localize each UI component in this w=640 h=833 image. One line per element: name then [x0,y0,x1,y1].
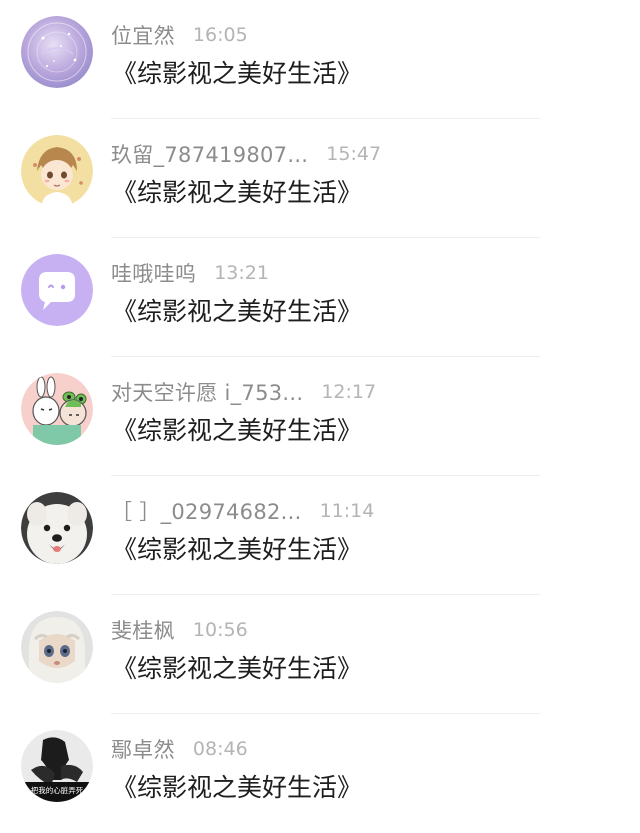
conversation-item[interactable]: 哇哦哇呜 13:21 《综影视之美好生活》 [0,238,640,357]
message-preview: 《综影视之美好生活》 [112,654,363,683]
sender-name: ［ ］_02974682... [111,500,302,524]
sender-name: 玖留_787419807... [111,143,309,167]
conversation-meta: 玖留_787419807... 15:47 [111,139,381,169]
message-preview: 《综影视之美好生活》 [112,297,363,326]
conversation-item[interactable]: 把我的心脏弄死 鄢卓然 08:46 《综影视之美好生活》 [0,714,640,833]
bunny-frog-couple-avatar-icon[interactable] [21,373,93,445]
conversation-item[interactable]: ［ ］_02974682... 11:14 《综影视之美好生活》 [0,476,640,595]
sender-name: 位宜然 [111,24,175,48]
galaxy-pattern-avatar-icon[interactable] [21,16,93,88]
message-preview: 《综影视之美好生活》 [112,773,363,802]
conversation-meta: 鄢卓然 08:46 [111,734,248,764]
conversation-meta: 对天空许愿 i_753... 12:17 [111,377,376,407]
dark-figure-avatar-icon[interactable]: 把我的心脏弄死 [21,730,93,802]
conversation-item[interactable]: 玖留_787419807... 15:47 《综影视之美好生活》 [0,119,640,238]
doll-face-avatar-icon[interactable] [21,611,93,683]
message-preview: 《综影视之美好生活》 [112,59,363,88]
message-time: 10:56 [192,619,248,641]
white-dog-avatar-icon[interactable] [21,492,93,564]
conversation-item[interactable]: 对天空许愿 i_753... 12:17 《综影视之美好生活》 [0,357,640,476]
message-preview: 《综影视之美好生活》 [112,535,363,564]
conversation-item[interactable]: 斐桂枫 10:56 《综影视之美好生活》 [0,595,640,714]
message-time: 13:21 [214,262,269,284]
message-time: 12:17 [321,381,377,403]
anime-boy-avatar-icon[interactable] [21,135,93,207]
message-preview: 《综影视之美好生活》 [112,416,363,445]
conversation-item[interactable]: 位宜然 16:05 《综影视之美好生活》 [0,0,640,119]
conversation-list: 位宜然 16:05 《综影视之美好生活》 玖留_787419807... 15:… [0,0,640,833]
chat-bubble-avatar-icon[interactable] [21,254,93,326]
sender-name: 鄢卓然 [111,738,175,762]
message-preview: 《综影视之美好生活》 [112,178,363,207]
sender-name: 对天空许愿 i_753... [111,381,304,405]
message-time: 11:14 [319,500,375,522]
sender-name: 哇哦哇呜 [111,262,197,286]
sender-name: 斐桂枫 [111,619,175,643]
conversation-meta: 哇哦哇呜 13:21 [111,258,269,288]
conversation-meta: ［ ］_02974682... 11:14 [111,496,374,526]
message-time: 08:46 [192,738,248,760]
conversation-meta: 位宜然 16:05 [111,20,248,50]
message-time: 16:05 [192,24,248,46]
message-time: 15:47 [326,143,382,165]
avatar-caption: 把我的心脏弄死 [31,785,84,795]
conversation-meta: 斐桂枫 10:56 [111,615,248,645]
